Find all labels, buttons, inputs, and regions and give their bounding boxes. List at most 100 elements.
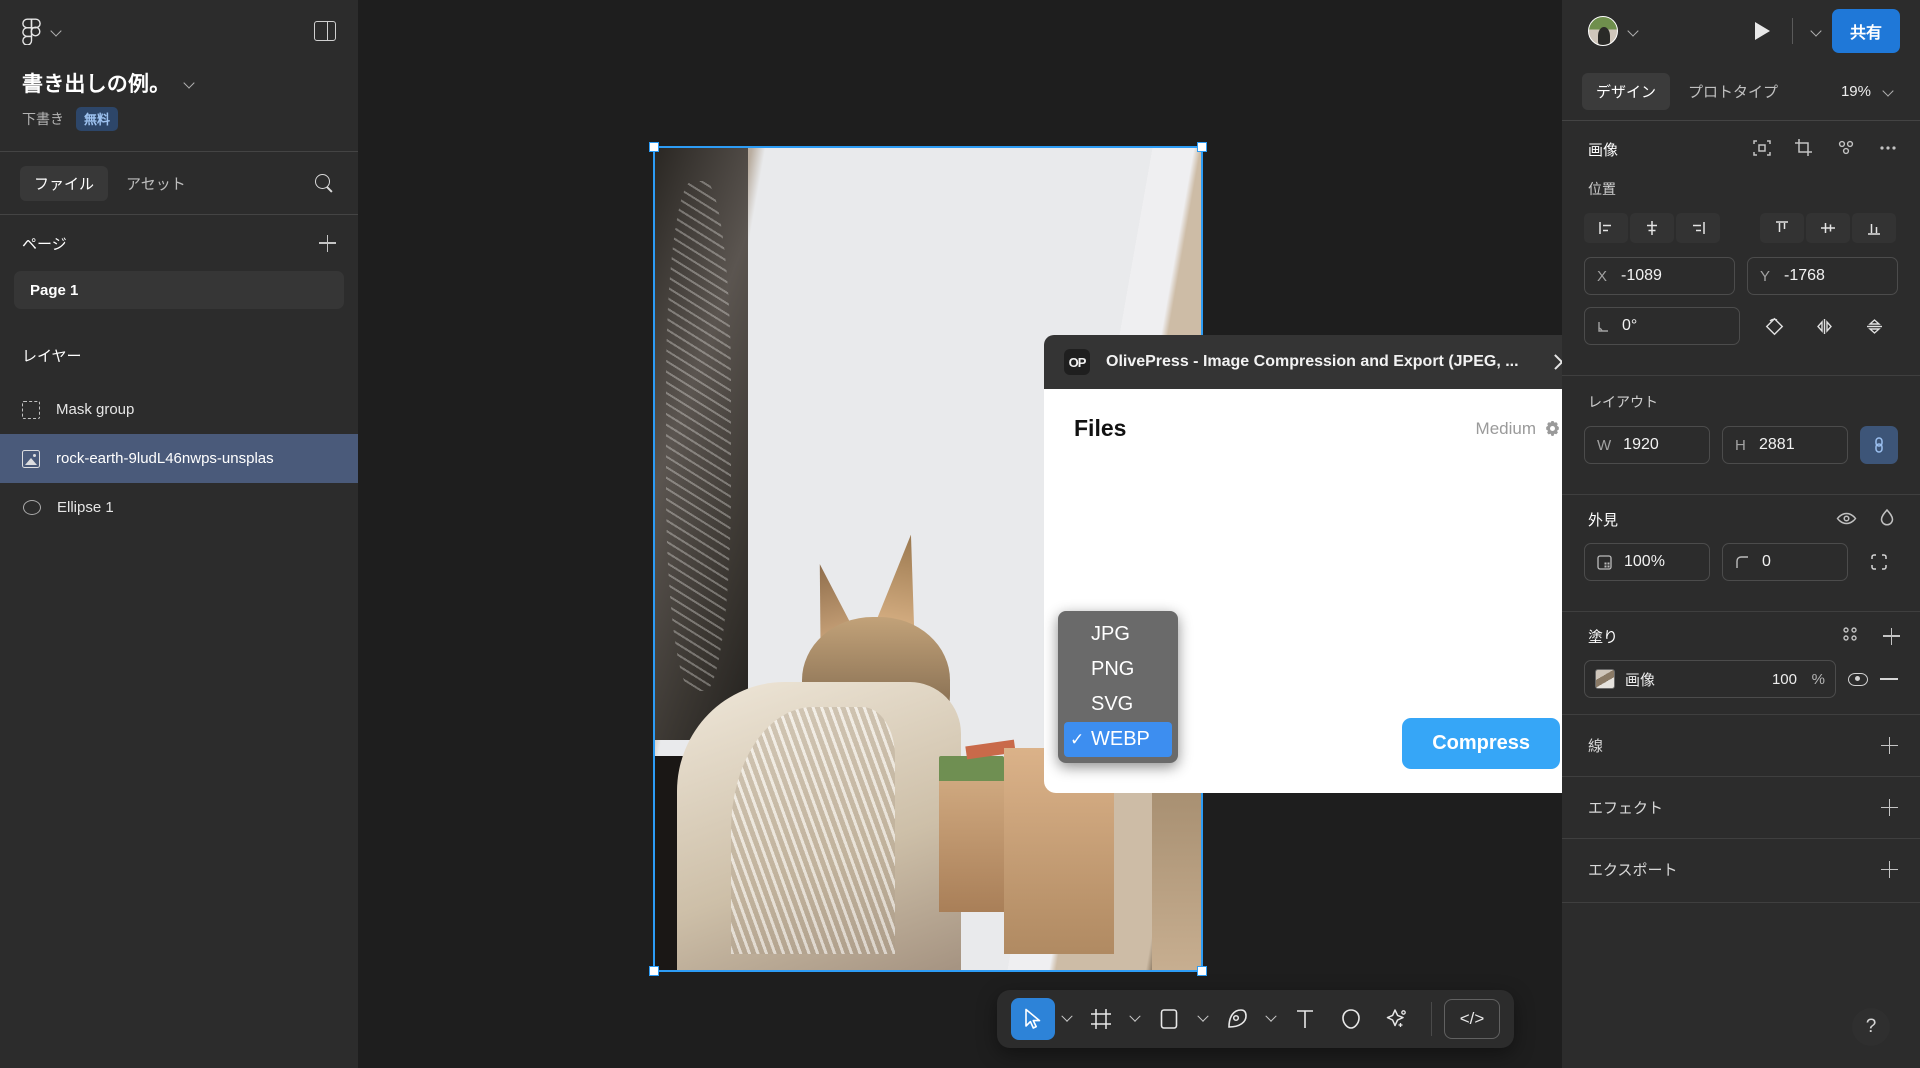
comment-tool[interactable] [1329, 998, 1373, 1040]
format-option-webp[interactable]: ✓ WEBP [1064, 722, 1172, 757]
chevron-down-icon [51, 26, 62, 37]
layer-label: Mask group [56, 401, 135, 418]
more-icon[interactable] [1878, 138, 1900, 160]
component-icon[interactable] [1752, 138, 1774, 160]
remove-fill-button[interactable] [1880, 670, 1898, 688]
layer-label: Ellipse 1 [57, 499, 114, 516]
y-field[interactable]: Y -1768 [1747, 257, 1898, 295]
modal-title: OlivePress - Image Compression and Expor… [1106, 353, 1519, 370]
tab-prototype[interactable]: プロトタイプ [1674, 73, 1792, 110]
fill-item: 画像 100 % [1584, 660, 1898, 698]
stroke-section-header[interactable]: 線 [1562, 714, 1920, 776]
resize-handle-top-left[interactable] [649, 142, 659, 152]
flip-vertical-icon[interactable] [1852, 311, 1896, 341]
flip-horizontal-icon[interactable] [1802, 311, 1846, 341]
layer-row-image[interactable]: rock-earth-9ludL46nwps-unsplas [0, 434, 358, 483]
compress-button[interactable]: Compress [1402, 718, 1560, 769]
modal-body-header: Files Medium [1074, 415, 1560, 442]
rotate-icon[interactable] [1752, 311, 1796, 341]
actions-tool[interactable] [1375, 998, 1419, 1040]
align-controls [1584, 213, 1898, 243]
plugin-icon[interactable] [1836, 138, 1858, 160]
play-icon[interactable] [1754, 22, 1770, 40]
quality-setting-button[interactable]: Medium [1476, 419, 1560, 439]
panel-toggle-icon[interactable] [314, 21, 336, 41]
effects-section-header[interactable]: エフェクト [1562, 776, 1920, 838]
styles-icon[interactable] [1841, 625, 1863, 647]
align-left-icon[interactable] [1584, 213, 1628, 243]
width-label: W [1597, 436, 1612, 454]
pen-tool[interactable] [1215, 998, 1259, 1040]
resize-handle-bottom-right[interactable] [1197, 966, 1207, 976]
crop-icon[interactable] [1794, 138, 1816, 160]
page-label: Page 1 [30, 281, 79, 299]
search-icon[interactable] [314, 173, 334, 193]
tab-files[interactable]: ファイル [20, 165, 109, 201]
chevron-down-icon[interactable] [1628, 26, 1639, 37]
move-tool[interactable] [1011, 998, 1055, 1040]
align-center-vertical-icon[interactable] [1806, 213, 1850, 243]
resize-handle-top-right[interactable] [1197, 142, 1207, 152]
fill-title: 塗り [1588, 628, 1619, 646]
export-section-header[interactable]: エクスポート [1562, 838, 1920, 900]
format-option-jpg[interactable]: ✓ JPG [1058, 617, 1178, 652]
file-menu-chevron-icon[interactable] [184, 78, 195, 89]
opacity-icon[interactable] [1878, 508, 1900, 530]
gear-icon [1545, 421, 1560, 436]
figma-menu-button[interactable] [22, 18, 62, 45]
figma-logo-icon [22, 18, 41, 45]
tab-assets[interactable]: アセット [112, 166, 200, 201]
add-effect-button[interactable] [1881, 799, 1898, 816]
rotation-row: 0° [1584, 307, 1898, 345]
page-item-page-1[interactable]: Page 1 [14, 271, 344, 309]
chevron-down-icon[interactable] [1811, 26, 1822, 37]
help-button[interactable]: ? [1852, 1008, 1890, 1046]
link-icon[interactable] [1860, 426, 1898, 464]
shape-tool[interactable] [1147, 998, 1191, 1040]
dev-mode-toggle[interactable]: </> [1444, 999, 1500, 1039]
add-fill-button[interactable] [1883, 627, 1900, 645]
x-field[interactable]: X -1089 [1584, 257, 1735, 295]
close-icon[interactable] [1550, 350, 1562, 374]
format-option-svg[interactable]: ✓ SVG [1058, 687, 1178, 722]
frame-tool[interactable] [1079, 998, 1123, 1040]
width-field[interactable]: W 1920 [1584, 426, 1710, 464]
align-right-icon[interactable] [1676, 213, 1720, 243]
height-label: H [1735, 436, 1746, 454]
format-option-png[interactable]: ✓ PNG [1058, 652, 1178, 687]
rotation-field[interactable]: 0° [1584, 307, 1740, 345]
move-tool-caret-icon[interactable] [1057, 998, 1077, 1040]
position-section: 位置 X -1089 Y -1768 0° [1562, 177, 1920, 373]
fill-paint-button[interactable]: 画像 100 % [1584, 660, 1836, 698]
image-swatch [1595, 669, 1615, 689]
corner-radius-field[interactable]: 0 [1722, 543, 1848, 581]
add-export-button[interactable] [1881, 861, 1898, 878]
independent-corners-icon[interactable] [1860, 543, 1898, 581]
zoom-control[interactable]: 19% [1841, 83, 1900, 100]
pen-tool-caret-icon[interactable] [1261, 998, 1281, 1040]
opacity-field[interactable]: 100% [1584, 543, 1710, 581]
eye-icon[interactable] [1848, 672, 1868, 686]
text-tool[interactable] [1283, 998, 1327, 1040]
modal-titlebar[interactable]: OP OlivePress - Image Compression and Ex… [1044, 335, 1562, 389]
avatar[interactable] [1588, 16, 1618, 46]
divider [1791, 18, 1793, 44]
shape-tool-caret-icon[interactable] [1193, 998, 1213, 1040]
layer-row-mask-group[interactable]: Mask group [0, 385, 358, 434]
eye-icon[interactable] [1836, 508, 1858, 530]
align-center-horizontal-icon[interactable] [1630, 213, 1674, 243]
canvas[interactable]: OP OlivePress - Image Compression and Ex… [358, 0, 1562, 1068]
format-label: SVG [1091, 693, 1134, 715]
resize-handle-bottom-left[interactable] [649, 966, 659, 976]
layer-row-ellipse-1[interactable]: Ellipse 1 [0, 483, 358, 532]
align-top-icon[interactable] [1760, 213, 1804, 243]
frame-tool-caret-icon[interactable] [1125, 998, 1145, 1040]
tab-design[interactable]: デザイン [1582, 72, 1671, 110]
align-bottom-icon[interactable] [1852, 213, 1896, 243]
layout-title: レイアウト [1588, 394, 1658, 410]
height-value: 2881 [1759, 436, 1795, 453]
add-stroke-button[interactable] [1881, 737, 1898, 754]
add-page-button[interactable] [319, 234, 336, 252]
height-field[interactable]: H 2881 [1722, 426, 1848, 464]
share-button[interactable]: 共有 [1831, 9, 1900, 53]
